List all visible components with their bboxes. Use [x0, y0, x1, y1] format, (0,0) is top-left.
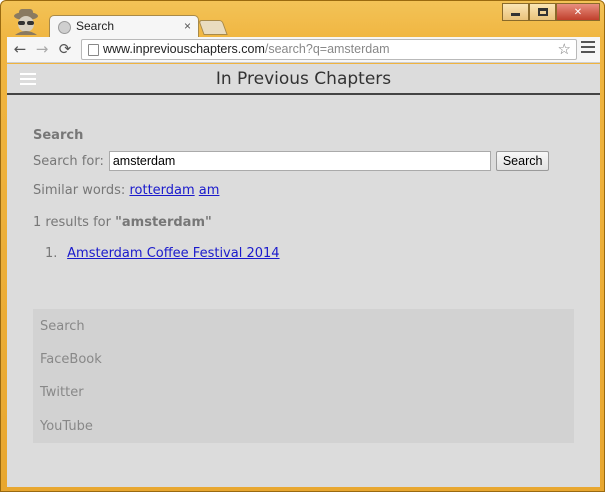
minimize-button[interactable] — [502, 3, 529, 21]
similar-words: Similar words: rotterdam am — [33, 183, 219, 198]
browser-menu-icon[interactable] — [581, 41, 595, 56]
footer-link-search[interactable]: Search — [40, 319, 85, 334]
results-count-query: "amsterdam" — [115, 215, 212, 230]
new-tab-button[interactable] — [198, 20, 228, 35]
url-host: www.inpreviouschapters.com — [103, 42, 265, 56]
search-label: Search for: — [33, 153, 104, 169]
footer-link-facebook[interactable]: FaceBook — [40, 352, 102, 367]
close-tab-icon[interactable]: × — [184, 19, 191, 33]
footer-link-twitter[interactable]: Twitter — [40, 385, 84, 400]
page-viewport: In Previous Chapters Search Search for: … — [7, 64, 600, 487]
page-icon — [88, 44, 99, 56]
search-heading: Search — [33, 128, 84, 143]
maximize-button[interactable] — [529, 3, 556, 21]
url-text[interactable]: www.inpreviouschapters.com/search?q=amst… — [103, 42, 390, 56]
footer-link-youtube[interactable]: YouTube — [40, 419, 93, 434]
footer-links: Search FaceBook Twitter YouTube — [33, 309, 574, 443]
search-button[interactable]: Search — [495, 151, 550, 171]
site-header: In Previous Chapters — [7, 64, 600, 95]
site-title[interactable]: In Previous Chapters — [7, 69, 600, 89]
reload-icon[interactable]: ⟳ — [56, 40, 74, 58]
tab-title: Search — [76, 19, 115, 33]
results-count-prefix: 1 results for — [33, 215, 111, 230]
search-form: Search for: Search — [33, 151, 550, 171]
list-item: 1. Amsterdam Coffee Festival 2014 — [45, 246, 280, 261]
results-count: 1 results for "amsterdam" — [33, 215, 212, 230]
results-list: 1. Amsterdam Coffee Festival 2014 — [45, 246, 280, 261]
browser-window: Search × ✕ ← → ⟳ www.inpreviouschapters.… — [0, 0, 605, 492]
result-number: 1. — [45, 246, 58, 261]
url-path: /search?q=amsterdam — [264, 42, 390, 56]
address-bar[interactable]: www.inpreviouschapters.com/search?q=amst… — [81, 39, 577, 60]
similar-words-label: Similar words: — [33, 183, 126, 198]
back-icon[interactable]: ← — [11, 40, 29, 58]
maximize-icon — [537, 8, 548, 16]
globe-icon — [58, 21, 71, 34]
result-link[interactable]: Amsterdam Coffee Festival 2014 — [67, 246, 279, 261]
similar-word-link[interactable]: rotterdam — [129, 183, 194, 198]
search-section: Search Search for: Search Similar words:… — [33, 128, 574, 261]
window-controls: ✕ — [502, 3, 600, 21]
close-window-button[interactable]: ✕ — [556, 3, 600, 21]
similar-word-link[interactable]: am — [199, 183, 220, 198]
browser-tab[interactable]: Search × — [49, 15, 199, 39]
minimize-icon — [511, 13, 520, 16]
browser-toolbar: ← → ⟳ www.inpreviouschapters.com/search?… — [7, 37, 600, 63]
bookmark-star-icon[interactable]: ☆ — [558, 40, 571, 58]
forward-icon[interactable]: → — [33, 40, 51, 58]
incognito-icon — [9, 7, 43, 35]
search-input[interactable] — [108, 151, 491, 171]
title-bar: Search × ✕ — [1, 1, 605, 39]
